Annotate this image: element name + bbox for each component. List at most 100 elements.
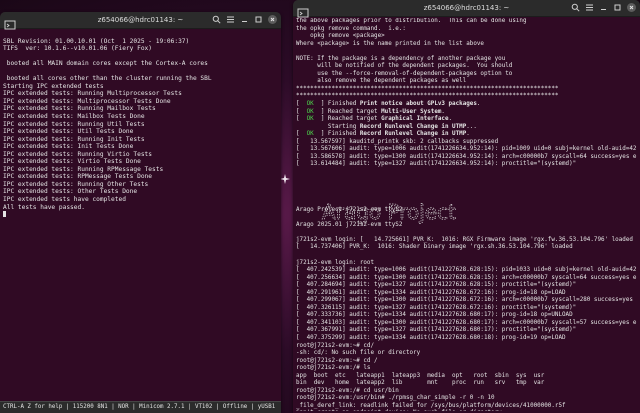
- systemd-status-line: Starting Record Runlevel Change in UTMP.…: [296, 124, 637, 132]
- systemd-tail: .: [441, 108, 445, 115]
- terminal-line: booted all MAIN domain cores except the …: [3, 60, 208, 68]
- ok-status: OK: [306, 116, 314, 123]
- terminal-line: IPC extended tests: Running Virtio Tests: [3, 150, 153, 158]
- terminal-line: ****************************************…: [296, 85, 559, 92]
- minimize-icon[interactable]: [240, 15, 249, 24]
- window-titlebar[interactable]: z654066@hdrc01143: ~: [0, 12, 281, 30]
- terminal-line: opkg remove <package>: [296, 33, 385, 40]
- systemd-unit: Multi-User System: [381, 108, 442, 115]
- terminal-line: IPC extended tests: Mailbox Tests Done: [3, 113, 145, 121]
- systemd-action: Reached target: [327, 116, 382, 123]
- terminal-line: j721s2-evm login: [ 14.725661] PVR_K: 10…: [296, 236, 633, 243]
- terminal-line: _file_deref_link: readlink failed for /s…: [296, 402, 566, 409]
- terminal-line: IPC extended tests: RPMessage Tests Done: [3, 173, 153, 181]
- terminal-line: root@j721s2-evm:~# cd/: [296, 342, 375, 349]
- terminal-line: IPC extended tests: Init Tests Done: [3, 143, 134, 151]
- terminal-line: root@j721s2-evm:~# cd /: [296, 357, 378, 364]
- terminal-line: [ 13.567597] kauditd_printk_skb: 2 callb…: [296, 138, 499, 145]
- terminal-line: the opkg remove command. i.e.:: [296, 25, 406, 32]
- search-icon[interactable]: [212, 15, 221, 24]
- window-titlebar[interactable]: z654066@hdrc01143: ~: [293, 0, 640, 18]
- terminal-line: [ 407.299067] audit: type=1300 audit(174…: [296, 297, 633, 304]
- terminal-line: IPC extended tests: Other Tests Done: [3, 188, 138, 196]
- terminal-line: [ 407.375299] audit: type=1334 audit(174…: [296, 334, 566, 341]
- terminal-line: the above packages prior to distribution…: [296, 18, 527, 24]
- systemd-action: Finished: [327, 131, 360, 138]
- menu-icon[interactable]: [226, 15, 235, 24]
- terminal-line: IPC extended tests: Multiprocessor Tests…: [3, 97, 171, 105]
- systemd-tail: ...: [466, 123, 477, 130]
- terminal-line: [ 407.256634] audit: type=1300 audit(174…: [296, 274, 637, 281]
- terminal-cursor-line: [3, 211, 278, 219]
- terminal-line: root@j721s2-evm:/# ls: [296, 365, 371, 372]
- terminal-line: use the --force-removal-of-dependent-pac…: [296, 70, 513, 77]
- terminal-line: [ 407.242539] audit: type=1006 audit(174…: [296, 267, 637, 274]
- text-cursor: [3, 211, 6, 218]
- minicom-status-bar: CTRL-A Z for help | 115200 8N1 | NOR | M…: [0, 401, 281, 413]
- terminal-line: IPC extended tests: Util Tests Done: [3, 128, 134, 136]
- close-icon[interactable]: [268, 15, 277, 24]
- terminal-line: IPC extended tests: Running Util Tests: [3, 120, 145, 128]
- logo-spacer: [296, 176, 637, 184]
- systemd-status-line: [ OK ] Finished Record Runlevel Change i…: [296, 131, 470, 138]
- systemd-status-line: [ OK ] Finished Print notice about GPLv3…: [296, 101, 481, 108]
- terminal-line: j721s2-evm login: root: [296, 259, 375, 266]
- menu-icon[interactable]: [585, 3, 594, 12]
- terminal-line: IPC extended tests: Running Other Tests: [3, 180, 149, 188]
- ok-status: OK: [306, 101, 314, 108]
- terminal-line: ****************************************…: [296, 93, 559, 100]
- terminal-line: [ 13.614484] audit: type=1327 audit(1741…: [296, 161, 577, 168]
- terminal-line: Can't create an endpoint device: No such…: [296, 410, 637, 411]
- terminal-line: Starting IPC extended tests: [3, 82, 104, 90]
- terminal-line: will be notified of the dependent packag…: [296, 63, 513, 70]
- terminal-line: NOTE: If the package is a dependency of …: [296, 55, 506, 62]
- terminal-line: root@j721s2-evm:/# cd usr/bin: [296, 387, 399, 394]
- terminal-line: [ 407.367991] audit: type=1327 audit(174…: [296, 327, 577, 334]
- terminal-line: [ 407.291961] audit: type=1334 audit(174…: [296, 289, 566, 296]
- cursor-sparkle-icon: [280, 174, 290, 184]
- terminal-line: also remove the dependent packages as we…: [296, 78, 467, 85]
- terminal-line: booted all cores other than the cluster …: [3, 75, 212, 83]
- terminal-line: IPC extended tests: Running Mailbox Test…: [3, 105, 156, 113]
- terminal-line: [ 407.326115] audit: type=1327 audit(174…: [296, 304, 577, 311]
- minimize-icon[interactable]: [599, 3, 608, 12]
- close-icon[interactable]: [627, 3, 636, 12]
- terminal-line: root@j721s2-evm:/usr/bin# ./rpmsg_char_s…: [296, 395, 495, 402]
- terminal-line: All tests have passed.: [3, 203, 85, 211]
- search-icon[interactable]: [571, 3, 580, 12]
- logo-spacer: [296, 184, 637, 192]
- logo-text: Arago Project: [322, 200, 456, 224]
- systemd-unit: Print notice about GPLv3 packages: [359, 101, 477, 108]
- systemd-tail: .: [476, 101, 481, 108]
- terminal-line: bin dev home lateapp2 lib mnt proc run s…: [296, 380, 545, 387]
- terminal-line: [ 13.586578] audit: type=1300 audit(1741…: [296, 153, 637, 160]
- systemd-unit: Record Runlevel Change in UTMP: [359, 123, 467, 130]
- systemd-status-line: [ OK ] Reached target Multi-User System.: [296, 108, 445, 115]
- terminal-line: IPC extended tests: Running RPMessage Te…: [3, 165, 164, 173]
- minicom-terminal-window[interactable]: z654066@hdrc01143: ~ SBL Revision: 01.00…: [0, 12, 281, 413]
- terminal-line: TIFS ver: 10.1.6--v10.01.06 (Fiery Fox): [3, 45, 153, 53]
- logo-spacer: [296, 169, 637, 177]
- terminal-line: [ 407.284694] audit: type=1327 audit(174…: [296, 282, 577, 289]
- terminal-line: IPC extended tests: Running Init Tests: [3, 135, 145, 143]
- maximize-icon[interactable]: [613, 3, 622, 12]
- systemd-tail: .: [448, 116, 453, 123]
- terminal-line: app boot etc lateapp1 lateapp3 media opt…: [296, 372, 545, 379]
- terminal-line: [ 13.567606] audit: type=1006 audit(1741…: [296, 146, 637, 153]
- logo-spacer: [296, 192, 637, 200]
- terminal-output[interactable]: SBL Revision: 01.00.10.01 (Oct 1 2025 - …: [3, 30, 278, 399]
- terminal-line: Where <package> is the name printed in t…: [296, 40, 484, 47]
- systemd-unit: Record Runlevel Change in UTMP: [359, 131, 467, 138]
- terminal-line: [ 407.333736] audit: type=1334 audit(174…: [296, 312, 573, 319]
- terminal-line: SBL Revision: 01.00.10.01 (Oct 1 2025 - …: [3, 37, 190, 45]
- maximize-icon[interactable]: [254, 15, 263, 24]
- systemd-unit: Graphical Interface: [381, 116, 449, 123]
- terminal-line: IPC extended tests: Virtio Tests Done: [3, 158, 141, 166]
- ok-status: OK: [306, 131, 314, 138]
- terminal-line: [ 14.737406] PVR_K: 1016: Shader binary …: [296, 244, 573, 251]
